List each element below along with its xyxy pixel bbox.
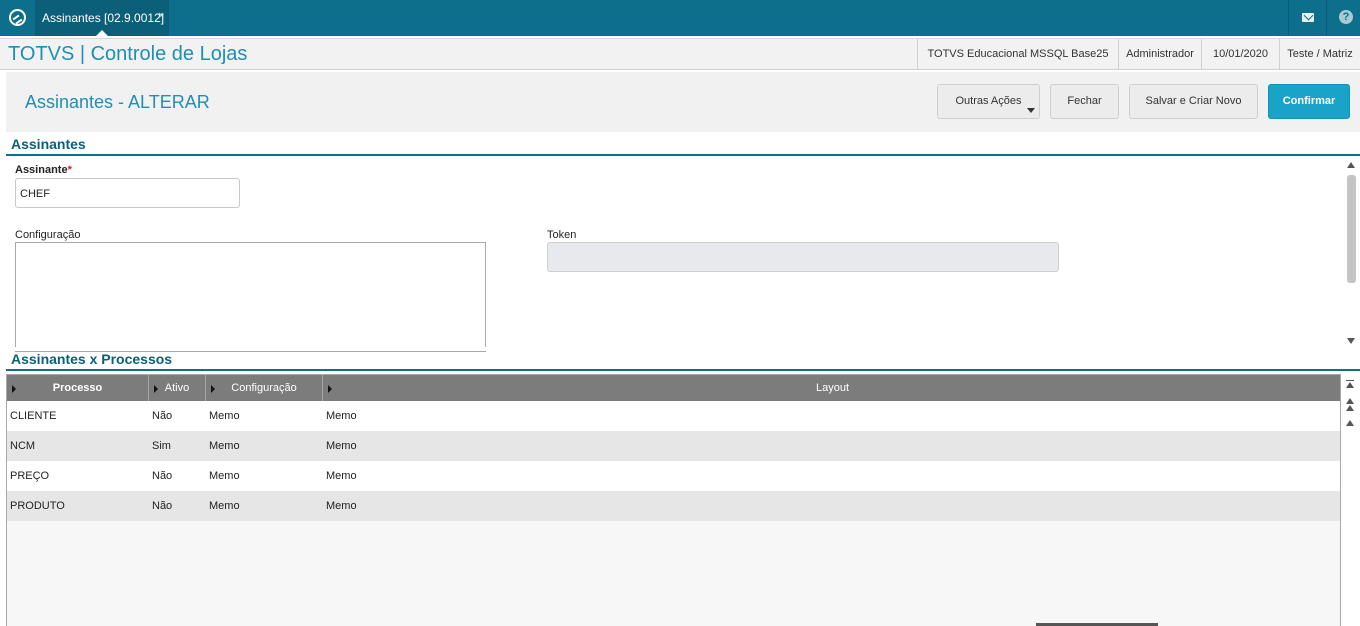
page-title: Assinantes - ALTERAR [25, 92, 210, 112]
column-header-label: Processo [52, 382, 103, 394]
cell-layout: Memo [326, 440, 357, 452]
section-divider [6, 369, 1360, 371]
page-toolbar: Assinantes - ALTERAR Outras Ações Fechar… [6, 72, 1360, 132]
close-icon[interactable]: × [158, 10, 164, 22]
sort-icon [211, 385, 215, 393]
outras-acoes-label: Outras Ações [955, 95, 1022, 107]
tab-label: Assinantes [02.9.0012] [42, 11, 165, 25]
token-input[interactable] [547, 242, 1059, 272]
form-scrollbar[interactable] [1345, 160, 1358, 347]
configuracao-label: Configuração [15, 229, 81, 241]
outras-acoes-button[interactable]: Outras Ações [937, 84, 1040, 119]
configuracao-textarea[interactable] [15, 242, 486, 352]
table-row[interactable]: CLIENTE Não Memo Memo [7, 401, 1340, 431]
processos-grid: Processo Ativo Configuração Layout CLIEN… [6, 374, 1341, 626]
column-header-label: Configuração [231, 382, 297, 394]
table-row[interactable]: NCM Sim Memo Memo [7, 431, 1340, 461]
assinante-input[interactable]: CHEF [15, 178, 240, 208]
section-title-assinantes-processos: Assinantes x Processos [11, 351, 173, 367]
column-header-label: Layout [815, 382, 850, 394]
grid-header: Processo Ativo Configuração Layout [7, 375, 1340, 401]
cell-ativo: Sim [152, 440, 171, 452]
scroll-up-icon[interactable] [1346, 420, 1354, 426]
user-info[interactable]: Administrador [1118, 39, 1201, 69]
help-icon[interactable]: ? [1326, 0, 1360, 36]
chevron-down-icon [1027, 108, 1035, 113]
top-bar: Assinantes [02.9.0012] × ? [0, 0, 1360, 36]
cell-configuracao: Memo [209, 470, 240, 482]
mail-icon[interactable] [1288, 0, 1326, 36]
scroll-first-bar-icon [1346, 380, 1354, 381]
scroll-down-icon[interactable] [1347, 338, 1355, 344]
cell-configuracao: Memo [209, 500, 240, 512]
cell-ativo: Não [152, 410, 173, 422]
cell-processo: NCM [10, 440, 36, 452]
cell-processo: CLIENTE [10, 410, 57, 422]
required-mark: * [67, 164, 72, 176]
section-title-assinantes: Assinantes [11, 136, 86, 152]
column-header-configuracao[interactable]: Configuração [206, 375, 323, 401]
app-header: TOTVS | Controle de Lojas TOTVS Educacio… [0, 38, 1360, 70]
form-bottom-edge [6, 347, 1360, 351]
scroll-page-up-icon[interactable] [1346, 398, 1354, 404]
environment-info[interactable]: TOTVS Educacional MSSQL Base25 [917, 39, 1118, 69]
assinante-label: Assinante* [15, 164, 72, 176]
scroll-page-up-icon-2 [1346, 405, 1354, 411]
totvs-logo-icon[interactable] [9, 9, 26, 26]
column-header-label: Ativo [164, 382, 190, 394]
sort-icon [12, 385, 16, 393]
branch-info[interactable]: Teste / Matriz [1279, 39, 1360, 69]
date-info[interactable]: 10/01/2020 [1201, 39, 1279, 69]
cell-configuracao: Memo [209, 440, 240, 452]
table-row[interactable]: PRODUTO Não Memo Memo [7, 491, 1340, 521]
column-header-ativo[interactable]: Ativo [149, 375, 206, 401]
cell-processo: PREÇO [10, 470, 50, 482]
scroll-first-icon[interactable] [1346, 382, 1354, 388]
assinante-label-text: Assinante [15, 164, 68, 176]
sort-icon [328, 385, 332, 393]
cell-ativo: Não [152, 470, 173, 482]
tab-assinantes[interactable]: Assinantes [02.9.0012] [35, 0, 169, 36]
table-row[interactable]: PREÇO Não Memo Memo [7, 461, 1340, 491]
help-glyph: ? [1339, 10, 1353, 24]
tab-active-caret [96, 30, 108, 36]
confirmar-button[interactable]: Confirmar [1268, 84, 1350, 119]
section-divider [6, 154, 1360, 156]
sort-icon [154, 385, 158, 393]
cell-layout: Memo [326, 470, 357, 482]
scroll-up-icon[interactable] [1347, 162, 1355, 168]
column-header-processo[interactable]: Processo [7, 375, 149, 401]
cell-configuracao: Memo [209, 410, 240, 422]
scroll-thumb[interactable] [1347, 175, 1356, 283]
grid-scrollbar[interactable] [1342, 374, 1358, 626]
cell-ativo: Não [152, 500, 173, 512]
app-title: TOTVS | Controle de Lojas [8, 43, 248, 65]
salvar-criar-novo-button[interactable]: Salvar e Criar Novo [1129, 84, 1258, 119]
cell-processo: PRODUTO [10, 500, 65, 512]
column-header-layout[interactable]: Layout [323, 375, 1340, 401]
cell-layout: Memo [326, 500, 357, 512]
cell-layout: Memo [326, 410, 357, 422]
token-label: Token [547, 229, 577, 241]
fechar-button[interactable]: Fechar [1050, 84, 1119, 119]
